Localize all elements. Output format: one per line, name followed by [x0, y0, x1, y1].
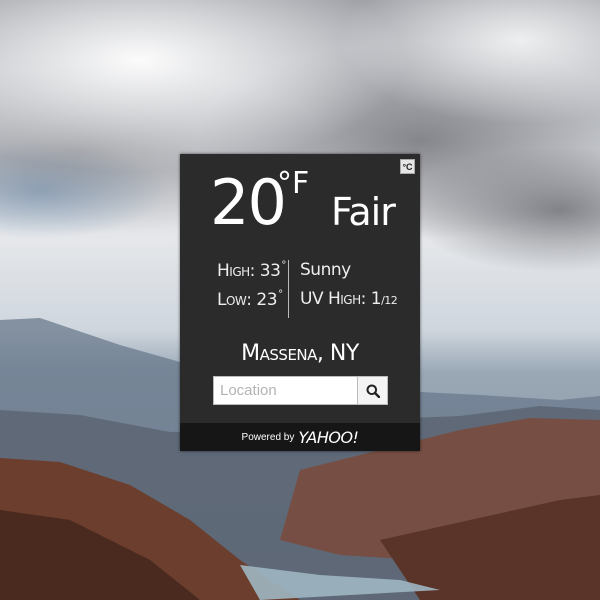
powered-by-text: Powered by	[241, 431, 295, 443]
low-degree: °	[278, 289, 283, 300]
low-label: Low:	[217, 290, 252, 310]
stats-divider	[288, 260, 289, 318]
powered-by-footer[interactable]: Powered by YAHOO!	[180, 423, 420, 451]
uv-value: 1	[370, 289, 382, 309]
yahoo-logo[interactable]: YAHOO!	[298, 428, 359, 447]
low-temperature: Low: 23°	[217, 289, 283, 310]
forecast-text: Sunny	[300, 260, 351, 280]
uv-label: UV High:	[300, 289, 366, 309]
celsius-toggle-button[interactable]: °C	[400, 159, 415, 174]
location-input[interactable]	[213, 376, 358, 405]
temperature-unit: °F	[277, 166, 310, 201]
location-search	[213, 376, 388, 405]
high-degree: °	[281, 260, 286, 271]
uv-index: UV High: 1/12	[300, 289, 398, 309]
current-condition: Fair	[331, 190, 396, 234]
high-label: High:	[217, 261, 255, 281]
location-name: Massena, NY	[241, 341, 359, 366]
uv-scale: /12	[381, 294, 398, 307]
high-value: 33	[259, 261, 281, 281]
search-button[interactable]	[358, 376, 388, 405]
current-temperature: 20	[210, 166, 287, 239]
weather-widget: °C 20 °F Fair High: 33° Low: 23° Sunny U…	[180, 154, 420, 451]
low-value: 23	[256, 290, 278, 310]
high-temperature: High: 33°	[217, 260, 286, 281]
magnifier-icon	[366, 384, 380, 398]
forecast-stats: High: 33° Low: 23° Sunny UV High: 1/12	[217, 260, 407, 320]
